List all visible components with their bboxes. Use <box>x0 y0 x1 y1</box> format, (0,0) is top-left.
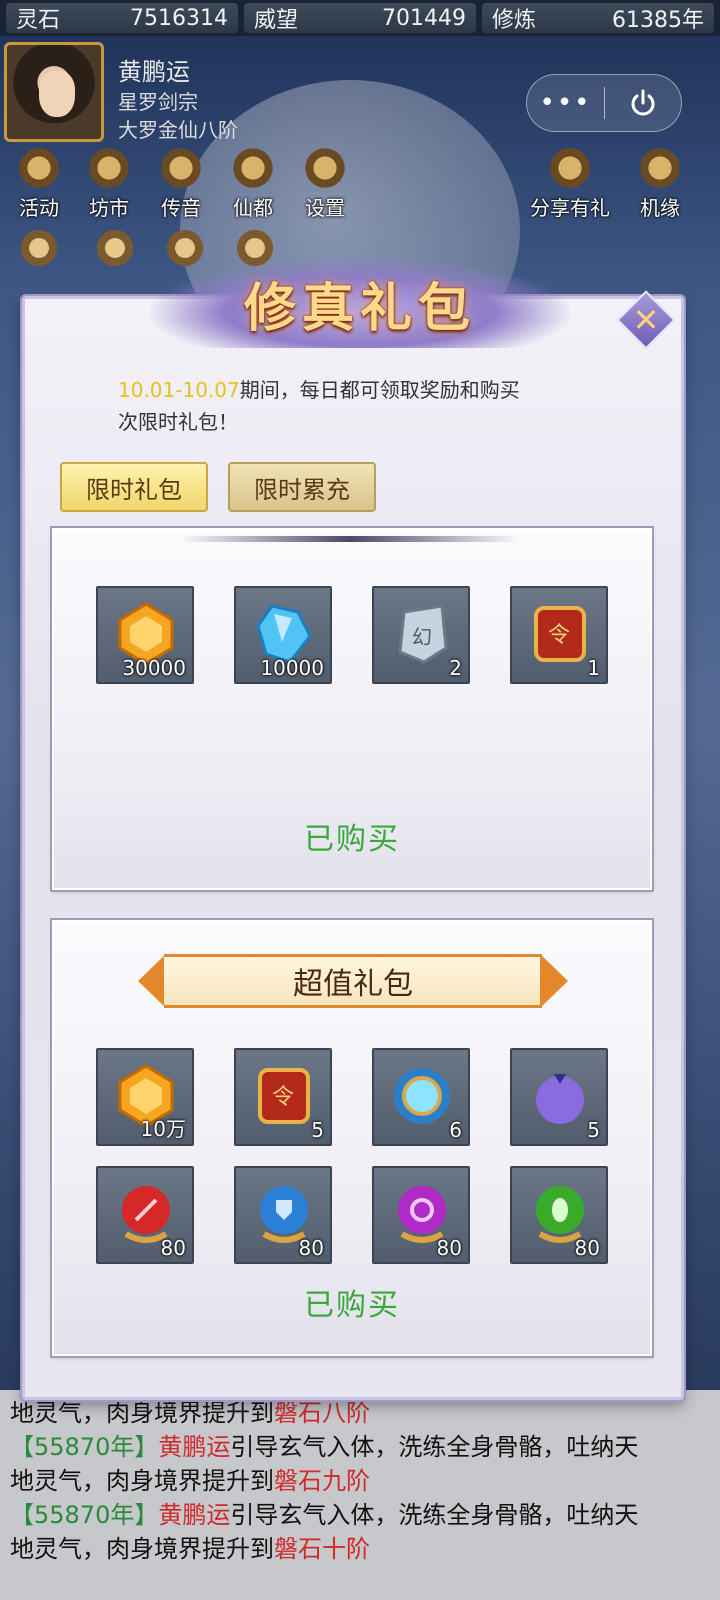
activity-icon <box>15 146 63 190</box>
player-sect: 星罗剑宗 <box>118 90 198 114</box>
menu-settings[interactable]: 设置 <box>290 146 360 221</box>
gift-panel-limited: 30000 10000 幻 2 令 1 已购买 <box>52 528 652 890</box>
cloud-icon <box>636 146 684 190</box>
resource-lingshi: 灵石 7516314 <box>6 3 238 33</box>
menu-message[interactable]: 传音 <box>146 146 216 221</box>
resource-weiwang: 威望 701449 <box>244 3 476 33</box>
lotus-icon <box>15 226 63 270</box>
log-line: 【55870年】黄鹏运引导玄气入体，洗练全身骨骼，吐纳天 <box>10 1433 639 1461</box>
menu-hidden-1 <box>4 226 74 270</box>
log-line: 地灵气，肉身境界提升到磐石十阶 <box>10 1535 370 1563</box>
pavilion-icon <box>229 146 277 190</box>
resource-bar: 灵石 7516314 威望 701449 修炼 61385年 <box>0 0 720 36</box>
envelope-icon <box>157 146 205 190</box>
gear-icon <box>301 146 349 190</box>
notice-text: 10.01-10.07期间，每日都可领取奖励和购买 次限时礼包！ <box>118 378 520 434</box>
log-line: 【55870年】黄鹏运引导玄气入体，洗练全身骨骼，吐纳天 <box>10 1501 639 1529</box>
log-line: 地灵气，肉身境界提升到磐石九阶 <box>10 1467 370 1495</box>
resource-value: 7516314 <box>130 5 228 31</box>
menu-share-gift[interactable]: 分享有礼 <box>520 146 620 221</box>
player-rank: 大罗金仙八阶 <box>118 118 238 142</box>
gift-panel-value: 超值礼包 10万 令 5 6 5 80 80 80 80 已购买 <box>52 920 652 1356</box>
tab-limited-gift[interactable]: 限时礼包 <box>60 462 208 512</box>
resource-label: 威望 <box>254 8 299 33</box>
reward-item[interactable]: 80 <box>510 1166 608 1264</box>
modal-title: 修真礼包 <box>243 277 476 339</box>
close-icon: ✕ <box>632 301 660 339</box>
reward-item[interactable]: 10万 <box>96 1048 194 1146</box>
reward-item[interactable]: 80 <box>96 1166 194 1264</box>
menu-market[interactable]: 坊市 <box>74 146 144 221</box>
svg-text:令: 令 <box>548 623 570 648</box>
reward-item[interactable]: 令 5 <box>234 1048 332 1146</box>
reward-item[interactable]: 幻 2 <box>372 586 470 684</box>
gift-icon <box>546 146 594 190</box>
purple-fruit-icon <box>536 1074 584 1124</box>
reward-item[interactable]: 令 1 <box>510 586 608 684</box>
svg-text:幻: 幻 <box>412 625 432 649</box>
menu-hidden-2 <box>80 226 150 270</box>
close-button[interactable]: ✕ <box>616 290 676 350</box>
section-ribbon: 超值礼包 <box>138 950 568 1012</box>
market-icon <box>85 146 133 190</box>
jade-token-icon: 幻 <box>398 604 448 664</box>
log-line: 地灵气，肉身境界提升到磐石八阶 <box>10 1399 370 1427</box>
reward-item[interactable]: 6 <box>372 1048 470 1146</box>
spirit-orb-icon <box>394 1068 450 1124</box>
menu-capital[interactable]: 仙都 <box>218 146 288 221</box>
reward-item[interactable]: 80 <box>234 1166 332 1264</box>
miniprogram-capsule: ••• <box>526 74 682 132</box>
svg-text:令: 令 <box>272 1085 294 1110</box>
resource-xiulian: 修炼 61385年 <box>482 3 714 33</box>
resource-value: 701449 <box>382 5 466 31</box>
resource-label: 灵石 <box>16 8 61 33</box>
more-icon[interactable]: ••• <box>527 88 604 118</box>
section-title: 超值礼包 <box>293 967 413 1002</box>
menu-fortune[interactable]: 机缘 <box>620 146 700 221</box>
resource-label: 修炼 <box>492 8 537 33</box>
red-order-token-icon: 令 <box>258 1068 310 1124</box>
power-icon[interactable] <box>605 88 681 118</box>
red-order-token-icon: 令 <box>534 606 586 662</box>
resource-value: 61385年 <box>612 8 704 33</box>
reward-item[interactable]: 10000 <box>234 586 332 684</box>
menu-activity[interactable]: 活动 <box>4 146 74 221</box>
scroll-icon <box>91 226 139 270</box>
modal-title-banner: 修真礼包 <box>150 258 570 348</box>
avatar[interactable] <box>4 42 104 142</box>
purchased-status: 已购买 <box>304 1288 400 1323</box>
reward-item[interactable]: 80 <box>372 1166 470 1264</box>
tab-limited-recharge[interactable]: 限时累充 <box>228 462 376 512</box>
reward-item[interactable]: 30000 <box>96 586 194 684</box>
player-name: 黄鹏运 <box>118 58 190 86</box>
reward-item[interactable]: 5 <box>510 1048 608 1146</box>
event-log: 地灵气，肉身境界提升到磐石八阶 【55870年】黄鹏运引导玄气入体，洗练全身骨骼… <box>10 1396 710 1566</box>
purchased-status: 已购买 <box>304 822 400 857</box>
